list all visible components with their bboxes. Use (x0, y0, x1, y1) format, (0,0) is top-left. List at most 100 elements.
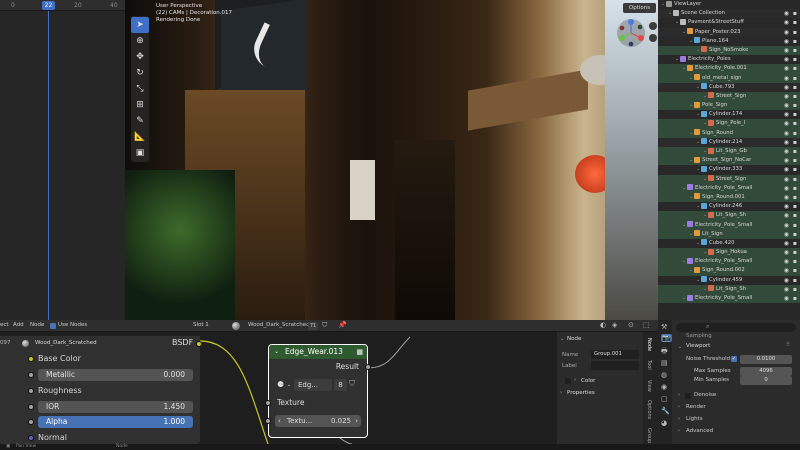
render-camera-icon[interactable]: ▪ (793, 165, 797, 174)
visibility-eye-icon[interactable]: ◉ (784, 193, 789, 202)
visibility-eye-icon[interactable]: ◉ (784, 64, 789, 73)
material-name-field[interactable]: Wood_Dark_Scratched (248, 322, 310, 328)
render-camera-icon[interactable]: ▪ (793, 257, 797, 266)
slot-dropdown[interactable]: Slot 1 (193, 322, 209, 328)
chevron-right-icon[interactable]: › (560, 390, 562, 396)
render-camera-icon[interactable]: ▪ (793, 101, 797, 110)
texture-input-socket[interactable] (265, 400, 271, 406)
zoom-icon[interactable] (649, 22, 657, 30)
outliner-row[interactable]: ⌄ Cube.793 ◉ ▪ (658, 82, 800, 92)
visibility-eye-icon[interactable]: ◉ (784, 83, 789, 92)
node-label-field[interactable] (591, 361, 639, 370)
visibility-eye-icon[interactable]: ◉ (784, 221, 789, 230)
outliner-row[interactable]: ⌄ Electricity_Pole_Small ◉ ▪ (658, 294, 800, 304)
fake-user-shield-icon[interactable]: ⛉ (349, 379, 355, 389)
render-camera-icon[interactable]: ▪ (793, 239, 797, 248)
denoise-checkbox[interactable] (685, 393, 691, 399)
normal-socket[interactable] (28, 435, 34, 441)
outliner-row[interactable]: ⌄ Sign_Pole_I ◉ ▪ (658, 119, 800, 129)
outliner-row[interactable]: ⌄ Lit_Sign_Gb ◉ ▪ (658, 147, 800, 157)
rotate-tool-icon[interactable]: ↻ (131, 65, 149, 81)
render-camera-icon[interactable]: ▪ (793, 92, 797, 101)
properties-search-input[interactable]: ⌕ (676, 323, 796, 332)
material-preview-icon[interactable] (232, 322, 240, 330)
sampling-section-title[interactable]: Sampling (686, 333, 712, 339)
visibility-eye-icon[interactable]: ◉ (784, 257, 789, 266)
3d-viewport[interactable]: ➤ ⊕ ✥ ↻ ⤡ ⊞ ✎ 📐 ▣ User Perspective (22) … (125, 0, 658, 320)
outliner-row[interactable]: ⌄ Scene Collection ◉ ▪ (658, 9, 800, 19)
timeline-ruler[interactable]: 0 22 20 40 (0, 0, 125, 11)
chevron-down-icon[interactable]: ⌄ (560, 336, 564, 342)
decrement-arrow-icon[interactable]: ‹ (278, 415, 281, 427)
scale-tool-icon[interactable]: ⤡ (131, 81, 149, 97)
visibility-eye-icon[interactable]: ◉ (784, 129, 789, 138)
render-camera-icon[interactable]: ▪ (793, 83, 797, 92)
visibility-eye-icon[interactable]: ◉ (784, 138, 789, 147)
outliner-row[interactable]: ⌄ Sign_Round ◉ ▪ (658, 128, 800, 138)
visibility-eye-icon[interactable]: ◉ (784, 184, 789, 193)
visibility-eye-icon[interactable]: ◉ (784, 156, 789, 165)
outliner-row[interactable]: ⌄ Street_Sign_NoCar ◉ ▪ (658, 156, 800, 166)
visibility-eye-icon[interactable]: ◉ (784, 285, 789, 294)
outliner-row[interactable]: ⌄ old_metal_sign ◉ ▪ (658, 73, 800, 83)
outliner-row[interactable]: ⌄ Electricity_Pole_Small ◉ ▪ (658, 220, 800, 230)
base-color-socket[interactable] (28, 356, 34, 362)
render-camera-icon[interactable]: ▪ (793, 55, 797, 64)
transform-tool-icon[interactable]: ⊞ (131, 97, 149, 113)
chevron-right-icon[interactable]: › (678, 416, 680, 422)
render-camera-icon[interactable]: ▪ (793, 202, 797, 211)
tab-view[interactable]: View (646, 380, 652, 392)
menu-add[interactable]: Add (13, 322, 24, 328)
result-socket[interactable] (365, 364, 371, 370)
chevron-right-icon[interactable]: › (678, 428, 680, 434)
chevron-right-icon[interactable]: › (678, 392, 680, 398)
outliner-row[interactable]: ⌄ ViewLayer (658, 0, 800, 9)
noise-threshold-field[interactable]: 0.0100 (740, 355, 792, 364)
outliner-row[interactable]: ⌄ Cylinder.174 ◉ ▪ (658, 110, 800, 119)
edge-wear-header[interactable]: ⌄ Edge_Wear.013 ▦ (269, 345, 367, 359)
texture-value-socket[interactable] (265, 418, 271, 424)
node-group-icon[interactable]: ▦ (356, 345, 363, 359)
metallic-field[interactable]: Metallic 0.000 (38, 369, 193, 381)
outliner-row[interactable]: ⌄ Electricity_Pole.001 ◉ ▪ (658, 64, 800, 74)
current-frame-indicator[interactable]: 22 (42, 1, 55, 10)
visibility-eye-icon[interactable]: ◉ (784, 18, 789, 27)
chevron-right-icon[interactable]: › (574, 377, 576, 383)
outliner-row[interactable]: ⌄ Street_Sign ◉ ▪ (658, 91, 800, 102)
render-camera-icon[interactable]: ▪ (793, 248, 797, 257)
visibility-eye-icon[interactable]: ◉ (784, 202, 789, 211)
render-camera-icon[interactable]: ▪ (793, 221, 797, 230)
visibility-eye-icon[interactable]: ◉ (784, 101, 789, 110)
view-options-icon[interactable]: ⊙ (628, 321, 634, 329)
render-camera-icon[interactable]: ▪ (793, 230, 797, 239)
properties-section-title[interactable]: Properties (567, 390, 595, 396)
viewport-options-button[interactable]: Options (623, 3, 656, 13)
navigation-gizmo-icon[interactable] (616, 18, 646, 48)
max-samples-field[interactable]: 4096 (740, 367, 792, 376)
visibility-eye-icon[interactable]: ◉ (784, 110, 789, 119)
noise-threshold-checkbox[interactable]: ✓ (731, 356, 737, 362)
pin-icon[interactable]: 📌 (338, 321, 347, 329)
move-tool-icon[interactable]: ✥ (131, 49, 149, 65)
view-layer-tab-icon[interactable]: ▤ (661, 359, 668, 367)
render-camera-icon[interactable]: ▪ (793, 285, 797, 294)
outliner-row[interactable]: ⌄ Pavment&StreetStuff ◉ ▪ (658, 18, 800, 27)
visibility-eye-icon[interactable]: ◉ (784, 119, 789, 128)
outliner-row[interactable]: ⌄ Sign_Hokua ◉ ▪ (658, 248, 800, 258)
render-camera-icon[interactable]: ▪ (793, 18, 797, 27)
snap-icon[interactable]: ◈ (612, 321, 617, 329)
outliner-row[interactable]: ⌄ Cylinder.459 ◉ ▪ (658, 276, 800, 285)
measure-tool-icon[interactable]: 📐 (131, 129, 149, 145)
outliner-row[interactable]: ⌄ Paper_Poster.023 ◉ ▪ (658, 27, 800, 37)
alpha-socket[interactable] (28, 419, 34, 425)
render-camera-icon[interactable]: ▪ (793, 156, 797, 165)
cursor-tool-icon[interactable]: ⊕ (131, 33, 149, 49)
ior-socket[interactable] (28, 404, 34, 410)
viewport-section-title[interactable]: Viewport (686, 343, 710, 349)
group-users-count[interactable]: 8 (334, 379, 347, 391)
world-tab-icon[interactable]: ◉ (661, 383, 667, 391)
output-tab-icon[interactable]: 🖶 (661, 347, 668, 358)
use-nodes-checkbox[interactable] (50, 323, 56, 329)
tab-node[interactable]: Node (646, 338, 652, 351)
lights-section-title[interactable]: Lights (686, 416, 703, 422)
